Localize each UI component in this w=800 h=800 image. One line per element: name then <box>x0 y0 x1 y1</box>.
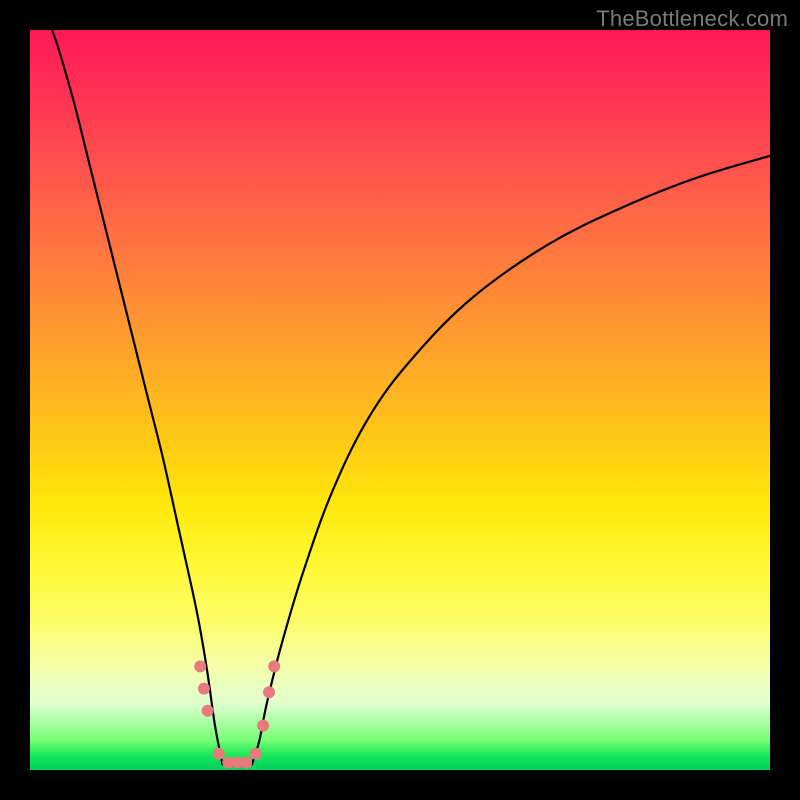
chart-svg <box>0 0 800 800</box>
highlight-marker <box>202 705 214 717</box>
right-branch-curve <box>252 156 770 764</box>
series-group <box>52 30 770 766</box>
highlight-marker <box>240 757 252 769</box>
highlight-marker <box>257 720 269 732</box>
highlight-marker <box>198 683 210 695</box>
watermark-text: TheBottleneck.com <box>596 6 788 32</box>
highlight-marker <box>268 660 280 672</box>
highlight-marker <box>194 660 206 672</box>
highlight-marker <box>213 748 225 760</box>
highlight-marker <box>250 748 262 760</box>
left-branch-curve <box>52 30 222 764</box>
highlight-marker <box>263 686 275 698</box>
